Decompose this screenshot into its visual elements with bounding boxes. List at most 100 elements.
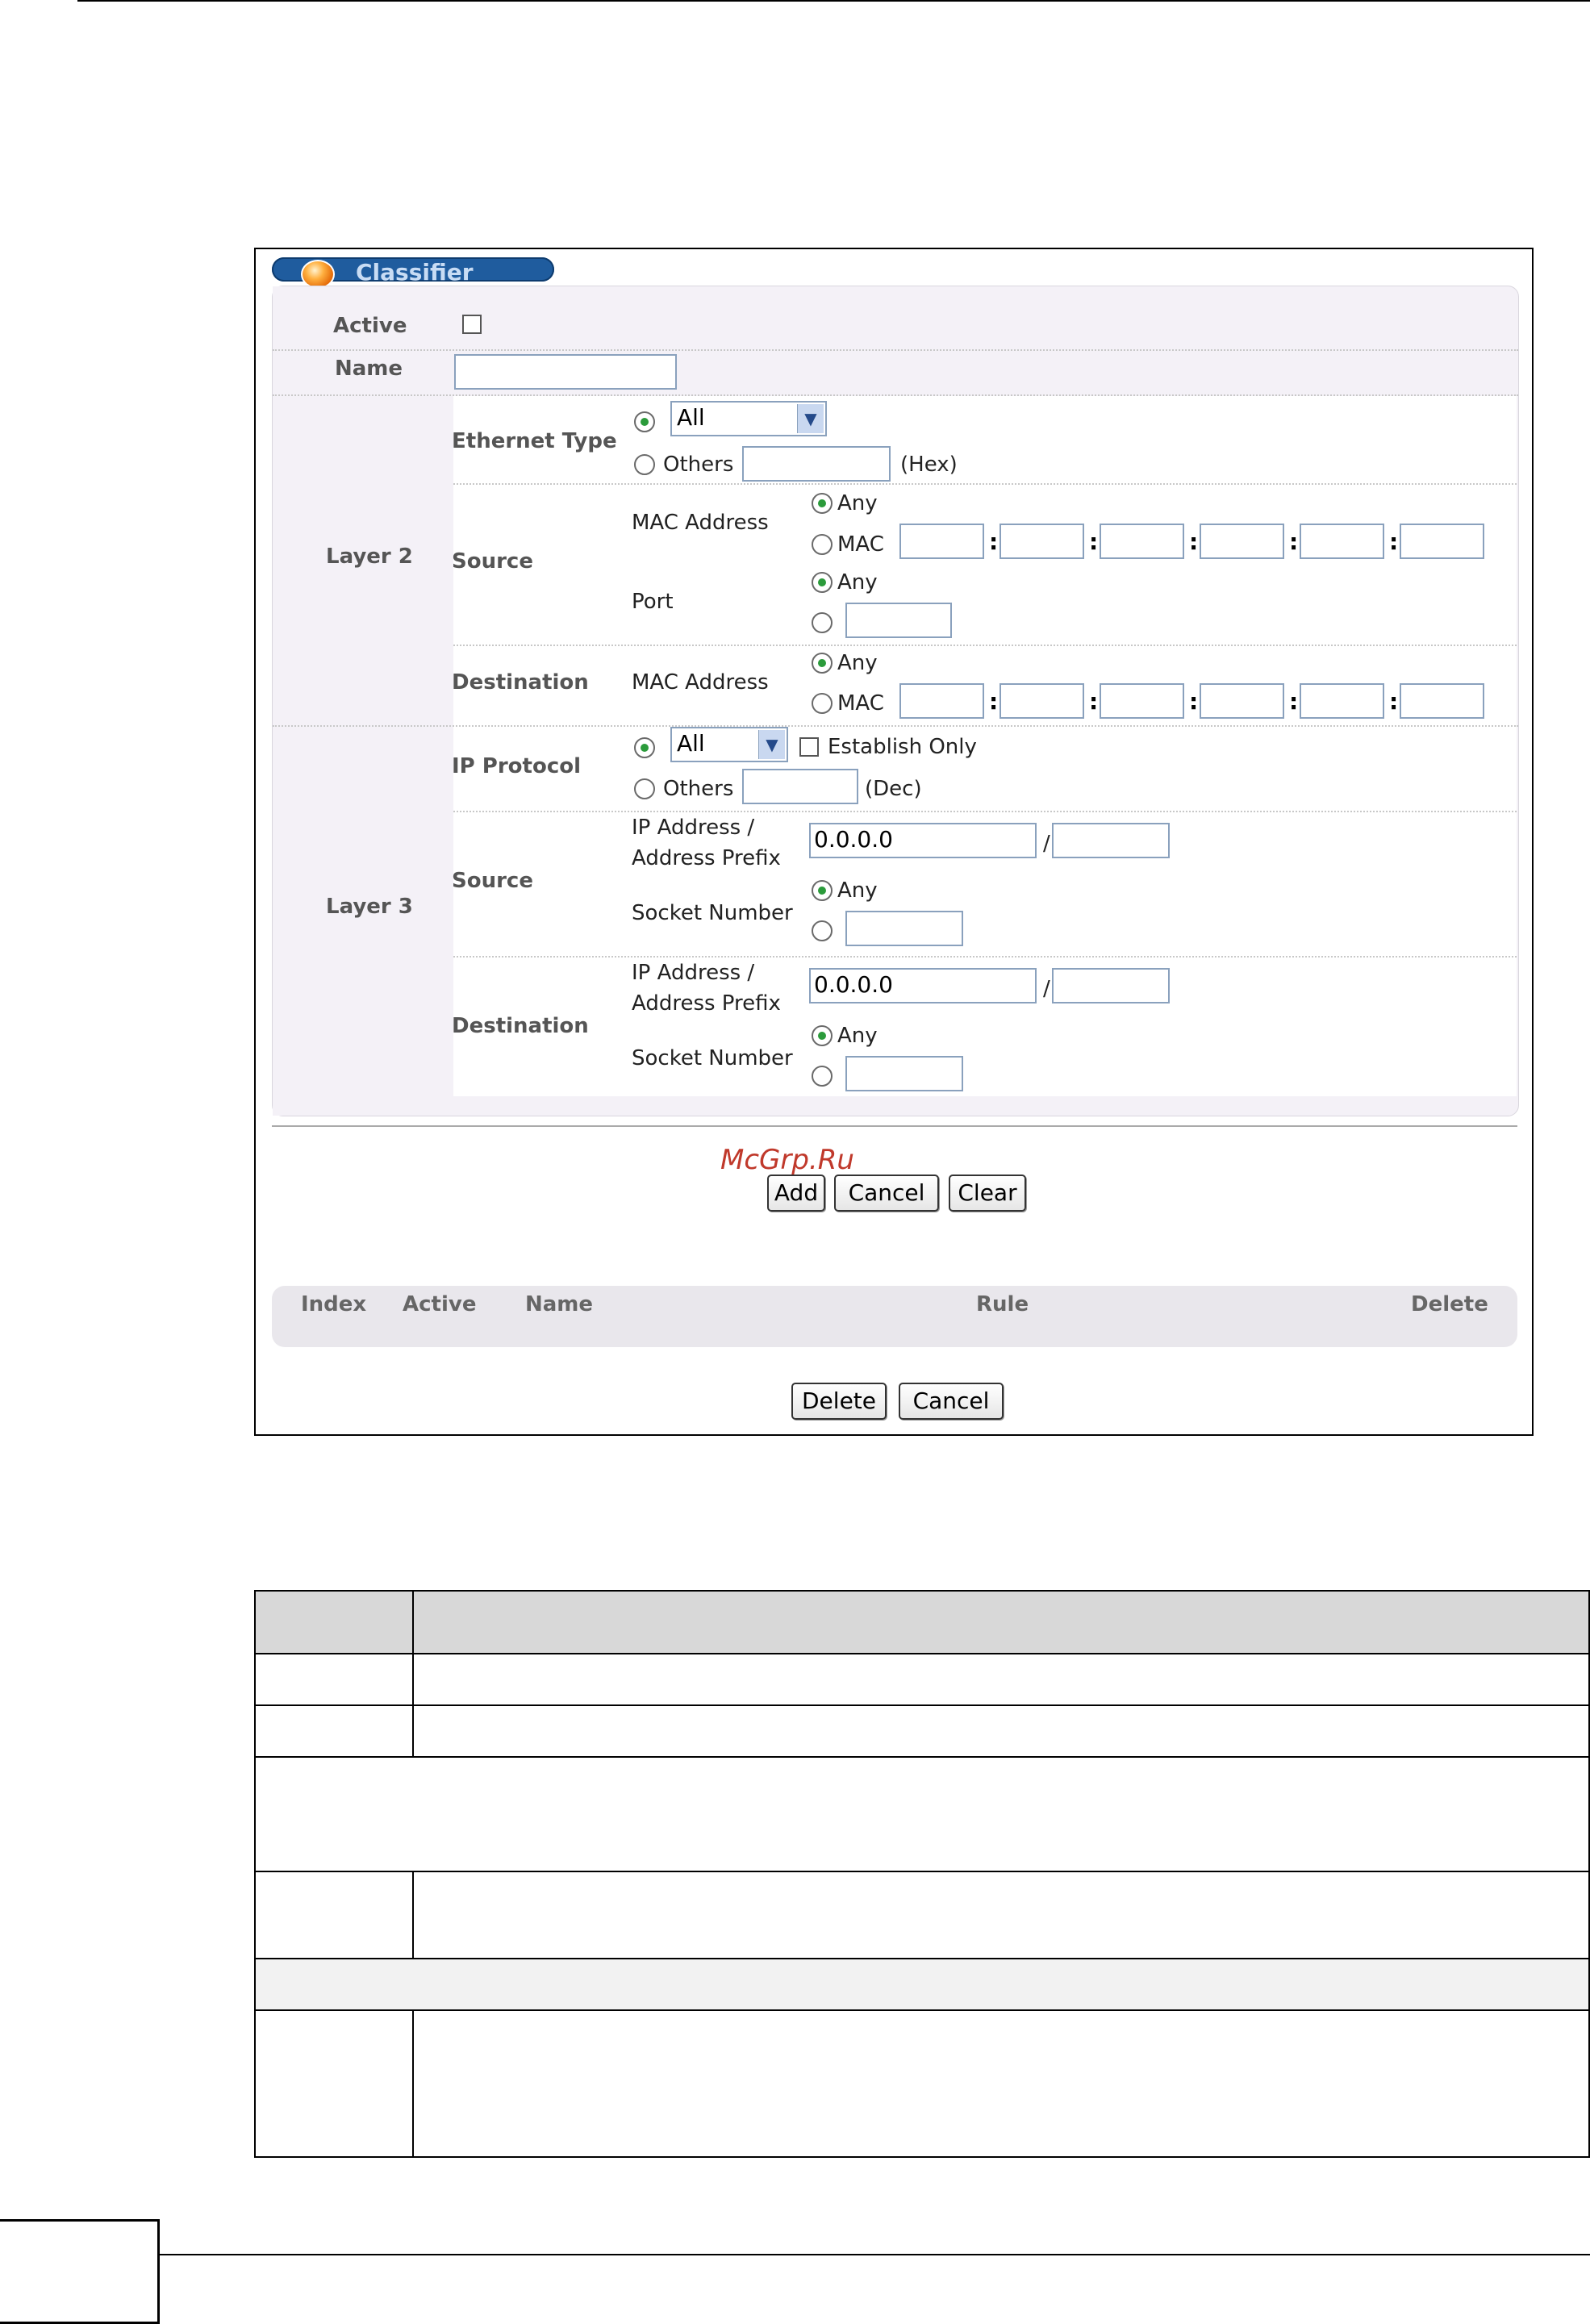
l2-src-mac-octet-4[interactable] — [1200, 524, 1284, 559]
ip-protocol-dec-input[interactable] — [742, 769, 858, 804]
header-rule: Rule — [976, 1292, 1029, 1316]
l2-src-mac-radio[interactable] — [812, 534, 833, 555]
colon-separator: : — [1289, 528, 1299, 555]
l2-src-mac-label: MAC Address — [632, 511, 769, 535]
name-label: Name — [335, 357, 403, 381]
add-button[interactable]: Add — [767, 1175, 825, 1212]
ip-prefix-label-line2: Address Prefix — [632, 991, 781, 1016]
l2-src-mac-any-radio[interactable] — [812, 493, 833, 514]
l2-dst-mac-octet-3[interactable] — [1100, 683, 1184, 719]
l2-dst-mac-label: MAC Address — [632, 670, 769, 695]
l2-dst-mac-octet-5[interactable] — [1300, 683, 1384, 719]
cancel-button[interactable]: Cancel — [834, 1175, 939, 1212]
l3-destination-label: Destination — [452, 1014, 589, 1038]
any-label: Any — [837, 491, 878, 515]
l2-src-mac-octet-5[interactable] — [1300, 524, 1384, 559]
ip-protocol-select[interactable]: All ▼ — [670, 727, 788, 762]
name-input[interactable] — [454, 354, 677, 390]
table-cell — [412, 2009, 1590, 2158]
delete-button[interactable]: Delete — [791, 1383, 887, 1420]
port-label: Port — [632, 590, 674, 614]
ethernet-type-others-radio[interactable] — [634, 454, 655, 475]
l3-src-prefix-input[interactable] — [1052, 823, 1170, 858]
colon-separator: : — [1089, 528, 1099, 555]
l3-dst-socket-radio[interactable] — [812, 1066, 833, 1087]
l3-dst-socket-input[interactable] — [845, 1056, 963, 1091]
ethernet-type-select[interactable]: All ▼ — [670, 401, 827, 436]
table-cell — [254, 2009, 414, 2158]
active-checkbox[interactable] — [462, 315, 482, 334]
table-header-cell — [254, 1590, 414, 1654]
l3-src-socket-any-radio[interactable] — [812, 880, 833, 901]
colon-separator: : — [1189, 688, 1199, 715]
l2-src-port-radio[interactable] — [812, 612, 833, 633]
l3-dst-prefix-input[interactable] — [1052, 968, 1170, 1003]
divider — [453, 811, 1517, 812]
ip-prefix-label-line2: Address Prefix — [632, 846, 781, 870]
l3-src-socket-input[interactable] — [845, 911, 963, 946]
l2-dst-mac-any-radio[interactable] — [812, 653, 833, 674]
any-label: Any — [837, 878, 878, 903]
l2-src-mac-octet-2[interactable] — [999, 524, 1084, 559]
header-name: Name — [525, 1292, 594, 1316]
ip-protocol-all-radio[interactable] — [634, 737, 655, 758]
l3-dst-ip-input[interactable]: 0.0.0.0 — [809, 968, 1037, 1003]
slash-separator: / — [1043, 977, 1050, 1001]
layer3-label: Layer 3 — [326, 895, 413, 919]
table-cell — [254, 1653, 414, 1706]
ip-prefix-label-line1: IP Address / — [632, 961, 755, 985]
establish-only-checkbox[interactable] — [799, 737, 819, 757]
label-column — [273, 286, 453, 1116]
l2-dst-mac-octet-4[interactable] — [1200, 683, 1284, 719]
l2-dst-mac-octet-6[interactable] — [1400, 683, 1484, 719]
l2-dst-mac-octet-2[interactable] — [999, 683, 1084, 719]
colon-separator: : — [989, 688, 999, 715]
table-cell — [412, 1653, 1590, 1706]
chevron-down-icon: ▼ — [797, 404, 824, 433]
l3-dst-socket-any-radio[interactable] — [812, 1025, 833, 1046]
l2-src-port-input[interactable] — [845, 603, 952, 638]
page-number-box — [0, 2219, 160, 2324]
table-cell — [254, 1958, 1590, 2011]
ip-prefix-label-line1: IP Address / — [632, 816, 755, 840]
colon-separator: : — [989, 528, 999, 555]
colon-separator: : — [1389, 528, 1399, 555]
active-label: Active — [333, 314, 407, 338]
l3-src-ip-input[interactable]: 0.0.0.0 — [809, 823, 1037, 858]
socket-number-label: Socket Number — [632, 901, 793, 925]
description-table — [254, 1590, 1590, 2158]
ethernet-type-select-value: All — [677, 404, 705, 431]
l2-src-mac-octet-3[interactable] — [1100, 524, 1184, 559]
ip-protocol-others-radio[interactable] — [634, 778, 655, 799]
list-cancel-button[interactable]: Cancel — [899, 1383, 1004, 1420]
table-cell — [412, 1871, 1590, 1959]
any-label: Any — [837, 1024, 878, 1048]
chevron-down-icon: ▼ — [758, 730, 785, 759]
l2-dst-mac-radio[interactable] — [812, 693, 833, 714]
l3-src-socket-radio[interactable] — [812, 920, 833, 941]
footer-rule — [160, 2254, 1590, 2255]
l2-src-mac-octet-6[interactable] — [1400, 524, 1484, 559]
table-header-cell — [412, 1590, 1590, 1654]
ethernet-type-label: Ethernet Type — [452, 429, 617, 453]
l2-src-mac-octet-1[interactable] — [899, 524, 984, 559]
table-cell — [254, 1871, 414, 1959]
ethernet-type-hex-input[interactable] — [742, 446, 891, 482]
colon-separator: : — [1289, 688, 1299, 715]
l2-src-port-any-radio[interactable] — [812, 572, 833, 593]
slash-separator: / — [1043, 832, 1050, 856]
section-divider — [272, 1125, 1517, 1127]
header-delete: Delete — [1411, 1292, 1488, 1316]
header-active: Active — [403, 1292, 477, 1316]
ethernet-type-all-radio[interactable] — [634, 411, 655, 432]
orb-icon — [301, 260, 335, 289]
mac-label: MAC — [837, 691, 884, 716]
others-label: Others — [663, 453, 734, 477]
l2-dst-mac-octet-1[interactable] — [899, 683, 984, 719]
mac-label: MAC — [837, 532, 884, 557]
clear-button[interactable]: Clear — [949, 1175, 1026, 1212]
l3-source-label: Source — [452, 869, 533, 893]
table-cell — [254, 1756, 1590, 1872]
table-cell — [254, 1704, 414, 1758]
ip-protocol-select-value: All — [677, 730, 705, 757]
